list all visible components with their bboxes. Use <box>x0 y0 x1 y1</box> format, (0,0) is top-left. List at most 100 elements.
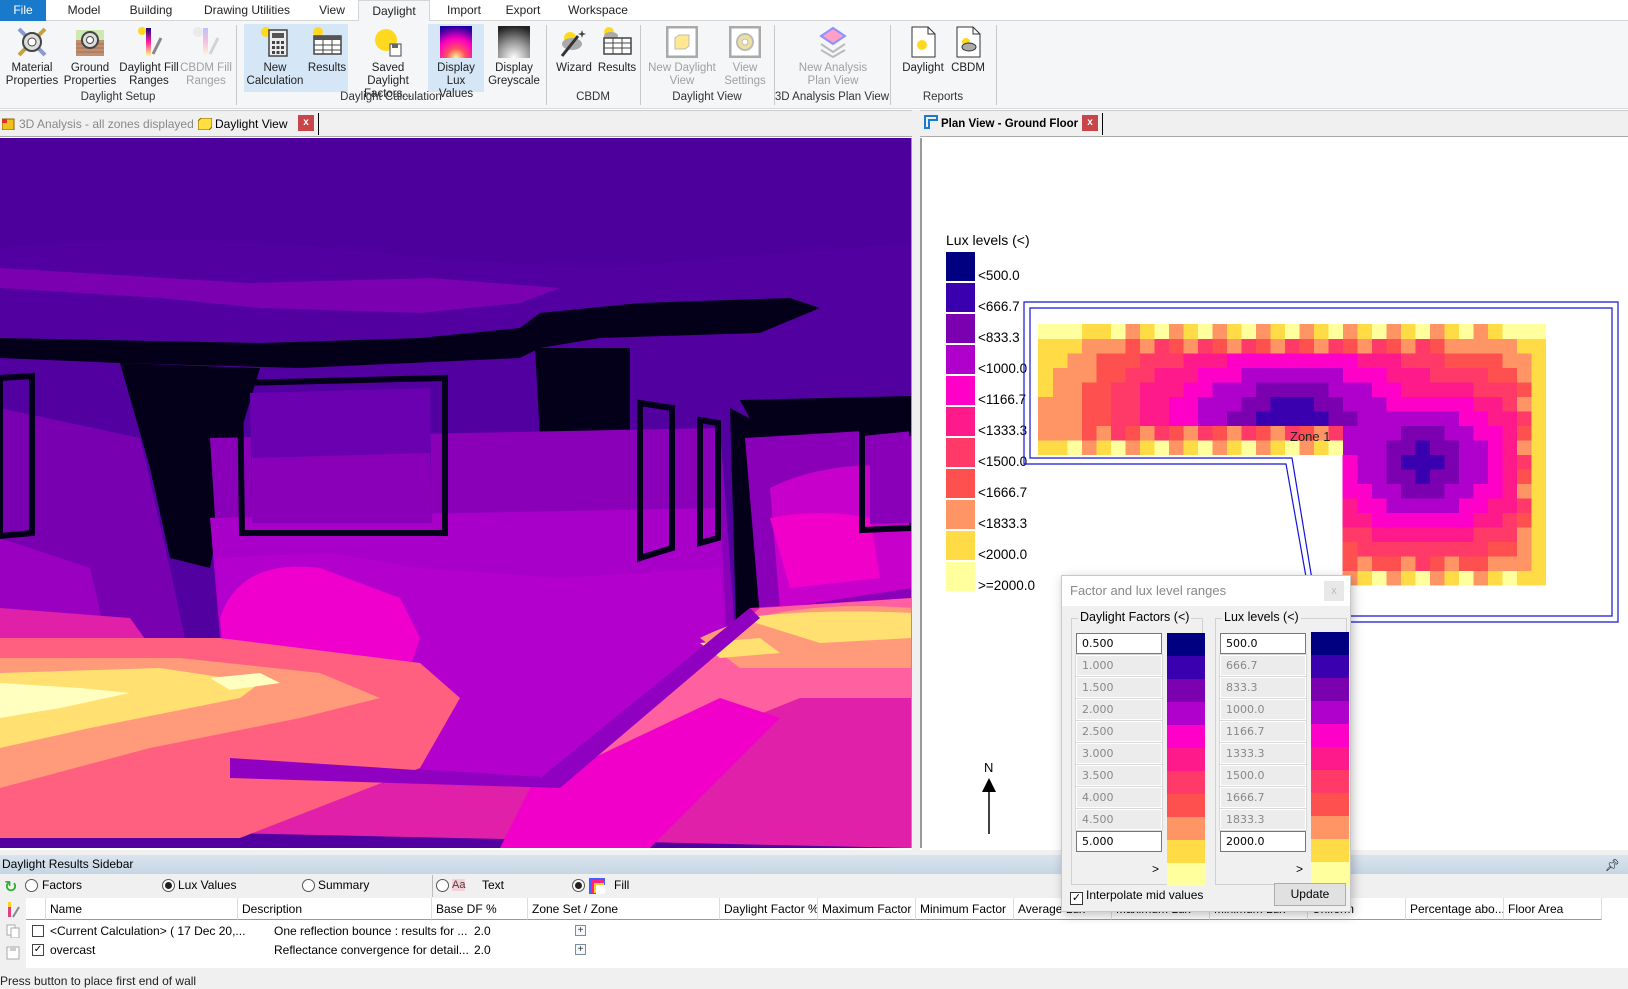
lux-grid-cell <box>1386 512 1401 528</box>
lux-grid-cell <box>1386 440 1401 455</box>
lux-grid-cell <box>1502 556 1517 571</box>
update-button[interactable]: Update <box>1274 883 1346 906</box>
dialog-close-button[interactable]: x <box>1324 581 1344 601</box>
tab-3d-analysis[interactable]: 3D Analysis - all zones displayed <box>1 115 194 133</box>
menu-model[interactable]: Model <box>54 0 114 21</box>
cbdm-report-button[interactable]: CBDM <box>948 24 988 92</box>
fill-ranges-tool-icon[interactable] <box>6 902 20 921</box>
column-header[interactable]: Description <box>238 898 432 920</box>
menu-export[interactable]: Export <box>498 0 548 21</box>
checkbox-icon[interactable]: ✓ <box>1070 892 1083 905</box>
table-row[interactable]: <Current Calculation> ( 17 Dec 20,... On… <box>26 922 1628 941</box>
expand-zone-button[interactable]: + <box>575 925 586 936</box>
radio-text[interactable] <box>436 879 449 892</box>
lux-grid-cell <box>1081 411 1097 426</box>
lux-grid-cell <box>1502 527 1517 542</box>
display-greyscale-button[interactable]: Display Greyscale <box>486 24 542 92</box>
column-header[interactable]: Zone Set / Zone <box>528 898 720 920</box>
radio-factors[interactable] <box>25 879 38 892</box>
lux-value-field[interactable]: 2000.0 <box>1220 831 1306 852</box>
lux-grid-cell <box>1371 527 1387 542</box>
lux-grid-cell <box>1328 338 1343 354</box>
lux-grid-cell <box>1313 411 1329 426</box>
lux-grid-cell <box>1038 440 1053 455</box>
lux-grid-cell <box>1458 556 1474 571</box>
daylight-3d-view[interactable] <box>0 138 912 848</box>
color-bar-segment <box>1167 771 1205 794</box>
lux-grid-cell <box>1125 440 1140 455</box>
lux-more-button[interactable]: > <box>1296 862 1303 876</box>
lux-grid-cell <box>1502 469 1517 484</box>
lux-grid-cell <box>1531 353 1546 368</box>
lux-grid-cell <box>1284 353 1300 368</box>
radio-summary[interactable] <box>302 879 315 892</box>
interpolate-checkbox[interactable]: ✓ Interpolate mid values <box>1070 888 1203 905</box>
cbdm-report-icon <box>952 26 984 58</box>
new-analysis-plan-view-button[interactable]: New Analysis Plan View <box>790 24 876 92</box>
radio-fill[interactable] <box>572 879 585 892</box>
display-lux-values-button[interactable]: Display Lux Values <box>428 24 484 100</box>
saved-daylight-factors-button[interactable]: Saved Daylight Factors... <box>350 24 426 100</box>
lux-grid-cell <box>1371 541 1387 557</box>
lux-grid-cell <box>1197 353 1213 368</box>
wizard-icon <box>558 26 590 58</box>
lux-grid-cell <box>1386 367 1401 383</box>
cbdm-results-button[interactable]: Results <box>596 24 638 92</box>
row-checkbox[interactable] <box>32 925 44 937</box>
save-icon[interactable] <box>6 946 20 963</box>
daylight-view-icon <box>197 117 213 131</box>
tab-daylight-view[interactable]: Daylight View <box>197 115 287 133</box>
lux-grid-cell <box>1110 353 1126 368</box>
radio-lux-values[interactable] <box>162 879 175 892</box>
lux-grid-cell <box>1241 440 1256 455</box>
column-header[interactable]: Base DF % <box>432 898 528 920</box>
cbdm-fill-ranges-button[interactable]: CBDM Fill Ranges <box>180 24 232 92</box>
column-header[interactable]: Name <box>46 898 238 920</box>
lux-value-field: 666.7 <box>1219 654 1307 677</box>
close-daylight-view-button[interactable]: x <box>298 115 314 131</box>
lux-grid-cell <box>1531 469 1546 484</box>
close-plan-view-button[interactable]: x <box>1082 115 1098 131</box>
column-header[interactable]: Minimum Factor <box>916 898 1014 920</box>
menu-drawing-utilities[interactable]: Drawing Utilities <box>192 0 302 21</box>
column-header[interactable]: Maximum Factor <box>818 898 916 920</box>
copy-icon[interactable] <box>6 924 20 941</box>
df-more-button[interactable]: > <box>1152 862 1159 876</box>
material-properties-button[interactable]: Material Properties <box>3 24 61 92</box>
refresh-icon[interactable]: ↻ <box>4 877 17 897</box>
results-button[interactable]: Results <box>306 24 348 92</box>
menu-file[interactable]: File <box>0 0 46 21</box>
column-header[interactable]: Percentage abo... <box>1406 898 1504 920</box>
column-header[interactable]: Daylight Factor % <box>720 898 818 920</box>
lux-grid-cell <box>1516 527 1532 542</box>
lux-grid-cell <box>1458 367 1474 383</box>
menu-building[interactable]: Building <box>118 0 184 21</box>
menu-daylight[interactable]: Daylight <box>358 0 430 22</box>
table-row[interactable]: ✓ overcast Reflectance convergence for d… <box>26 941 1628 960</box>
lux-grid-cell <box>1516 396 1532 412</box>
results-grid: Name Description Base DF % Zone Set / Zone D… <box>26 898 1628 968</box>
menu-workspace[interactable]: Workspace <box>560 0 636 21</box>
daylight-report-button[interactable]: Daylight <box>898 24 948 92</box>
lux-grid-cell <box>1444 382 1459 397</box>
lux-value-field[interactable]: 500.0 <box>1220 633 1306 654</box>
ground-properties-button[interactable]: Ground Properties <box>62 24 118 92</box>
menu-import[interactable]: Import <box>438 0 490 21</box>
new-daylight-view-button[interactable]: New Daylight View <box>646 24 718 92</box>
tab-plan-view[interactable]: Plan View - Ground Floor <box>924 115 1078 133</box>
column-header[interactable]: Floor Area <box>1504 898 1602 920</box>
view-splitter[interactable] <box>912 110 920 850</box>
view-settings-button[interactable]: View Settings <box>720 24 770 92</box>
df-value-field[interactable]: 5.000 <box>1076 831 1162 852</box>
menu-view[interactable]: View <box>310 0 354 21</box>
pin-icon[interactable]: 📌︎ <box>1605 856 1620 875</box>
daylight-fill-ranges-button[interactable]: Daylight Fill Ranges <box>119 24 179 92</box>
lux-grid-cell <box>1342 338 1358 354</box>
lux-grid-cell <box>1154 324 1169 339</box>
expand-zone-button[interactable]: + <box>575 944 586 955</box>
lux-levels-group: Lux levels (<) 500.0 666.7 833.3 1000.0 1166… <box>1215 610 1349 885</box>
new-calculation-button[interactable]: New Calculation <box>244 24 306 92</box>
row-checkbox[interactable]: ✓ <box>32 944 44 956</box>
wizard-button[interactable]: Wizard <box>552 24 596 92</box>
df-value-field[interactable]: 0.500 <box>1076 633 1162 654</box>
